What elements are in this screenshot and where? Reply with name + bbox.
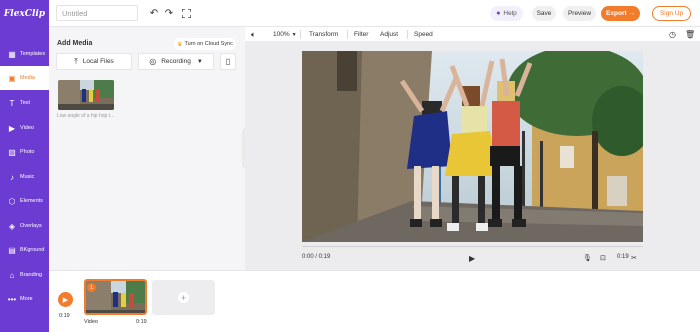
caption-icon[interactable]: ⊡: [600, 254, 606, 262]
elements-icon: ⬡: [8, 196, 16, 206]
cloud-sync-label: Turn on Cloud Sync: [184, 41, 233, 47]
plus-icon: +: [178, 292, 189, 303]
app-logo[interactable]: FlexClip: [0, 0, 49, 27]
add-scene-button[interactable]: +: [152, 280, 215, 315]
sidebar-item-video[interactable]: ▶ Video: [0, 116, 49, 140]
sidebar-item-branding[interactable]: ⌂ Branding: [0, 263, 49, 287]
sidebar: ▦ Templates ▣ Media T Text ▶ Video ▨ Pho…: [0, 27, 49, 332]
sidebar-item-label: Overlays: [20, 223, 42, 229]
adjust-button[interactable]: Adjust: [380, 29, 398, 40]
media-caption: Low angle of a hip hop t...: [57, 113, 115, 119]
music-icon: ♪: [10, 172, 14, 182]
split-icon[interactable]: ✂: [631, 254, 637, 262]
branding-icon: ⌂: [9, 270, 15, 280]
transform-button[interactable]: Transform: [309, 29, 338, 40]
local-files-label: Local Files: [82, 58, 114, 65]
filter-button[interactable]: Filter: [354, 29, 368, 40]
overlays-icon: ◈: [8, 221, 16, 231]
templates-icon: ▦: [8, 49, 16, 59]
divider: [407, 30, 408, 39]
clip-label: Video: [84, 319, 98, 325]
help-button[interactable]: ● Help: [490, 6, 523, 21]
sidebar-item-overlays[interactable]: ◈ Overlays: [0, 214, 49, 238]
top-bar: FlexClip Untitled ↶ ↷ ● Help Save Previe…: [0, 0, 700, 27]
save-button[interactable]: Save: [532, 6, 556, 21]
record-icon: ◎: [149, 57, 157, 66]
panel-title: Add Media: [57, 40, 93, 47]
sidebar-item-templates[interactable]: ▦ Templates: [0, 42, 49, 66]
mobile-upload-button[interactable]: ▯: [220, 53, 236, 70]
sign-up-button[interactable]: Sign Up: [652, 6, 691, 21]
chevron-down-icon: ▼: [291, 31, 297, 38]
redo-icon[interactable]: ↷: [163, 7, 175, 19]
trash-icon[interactable]: 🗑︎: [685, 29, 695, 40]
media-thumbnail[interactable]: [58, 80, 114, 110]
duration: 0:19: [617, 254, 629, 260]
video-icon: ▶: [8, 123, 16, 133]
photo-icon: ▨: [8, 147, 16, 157]
clip-number-badge: 1: [87, 283, 96, 292]
sidebar-item-label: Elements: [20, 198, 43, 204]
play-icon[interactable]: ▶: [469, 254, 475, 263]
play-icon: ▶: [62, 296, 69, 304]
fullscreen-icon[interactable]: [180, 7, 192, 19]
sidebar-item-label: Photo: [20, 149, 35, 155]
sidebar-item-text[interactable]: T Text: [0, 91, 49, 115]
sidebar-item-more[interactable]: ••• More: [0, 287, 49, 311]
microphone-icon[interactable]: 🎙︎: [583, 254, 592, 262]
divider: [300, 30, 301, 39]
video-preview[interactable]: [302, 51, 643, 242]
recording-label: Recording: [161, 58, 191, 65]
cloud-sync-button[interactable]: ♛ Turn on Cloud Sync: [174, 38, 236, 50]
sidebar-item-label: BKground: [20, 247, 45, 253]
export-button[interactable]: Export →: [601, 6, 640, 21]
more-icon: •••: [7, 294, 17, 304]
divider: [347, 30, 348, 39]
sidebar-item-background[interactable]: ▤ BKground: [0, 238, 49, 262]
sidebar-item-label: Music: [20, 174, 35, 180]
crown-icon: ♛: [177, 41, 183, 48]
edit-toolbar: 🔈︎ 100% ▼ Transform Filter Adjust Speed …: [245, 27, 700, 42]
sidebar-item-label: More: [20, 296, 33, 302]
upload-icon: ⤒: [74, 56, 78, 66]
media-panel: Add Media ♛ Turn on Cloud Sync ⤒ Local F…: [49, 27, 245, 270]
zoom-value: 100%: [273, 31, 290, 38]
media-icon: ▣: [8, 73, 16, 83]
phone-icon: ▯: [225, 57, 231, 66]
sidebar-item-label: Text: [20, 100, 31, 106]
zoom-select[interactable]: 100% ▼: [273, 29, 297, 40]
recording-button[interactable]: ◎ Recording ▼: [138, 53, 214, 70]
background-icon: ▤: [8, 245, 16, 255]
sidebar-item-label: Templates: [20, 51, 46, 57]
project-title-input[interactable]: Untitled: [56, 5, 138, 21]
timeline-time: 0:19: [59, 313, 70, 319]
chevron-down-icon: ▼: [196, 58, 203, 65]
sidebar-item-label: Branding: [20, 272, 43, 278]
local-files-button[interactable]: ⤒ Local Files: [56, 53, 132, 70]
text-icon: T: [9, 98, 15, 108]
undo-icon[interactable]: ↶: [148, 7, 160, 19]
current-time: 0:00 / 0:19: [302, 254, 331, 260]
sidebar-item-label: Media: [20, 75, 35, 81]
help-label: Help: [503, 10, 517, 17]
timeline-play-button[interactable]: ▶: [58, 292, 73, 307]
playback-progress-bar[interactable]: [302, 246, 643, 247]
sidebar-item-label: Video: [20, 125, 34, 131]
clock-icon[interactable]: ◷: [669, 29, 676, 40]
clip-duration: 0:19: [136, 319, 147, 325]
speed-button[interactable]: Speed: [414, 29, 433, 40]
sidebar-item-music[interactable]: ♪ Music: [0, 165, 49, 189]
sidebar-item-elements[interactable]: ⬡ Elements: [0, 189, 49, 213]
volume-icon[interactable]: 🔈︎: [251, 29, 256, 40]
sidebar-item-media[interactable]: ▣ Media: [0, 66, 49, 90]
chat-icon: ●: [496, 10, 501, 17]
sidebar-item-photo[interactable]: ▨ Photo: [0, 140, 49, 164]
preview-button[interactable]: Preview: [563, 6, 596, 21]
